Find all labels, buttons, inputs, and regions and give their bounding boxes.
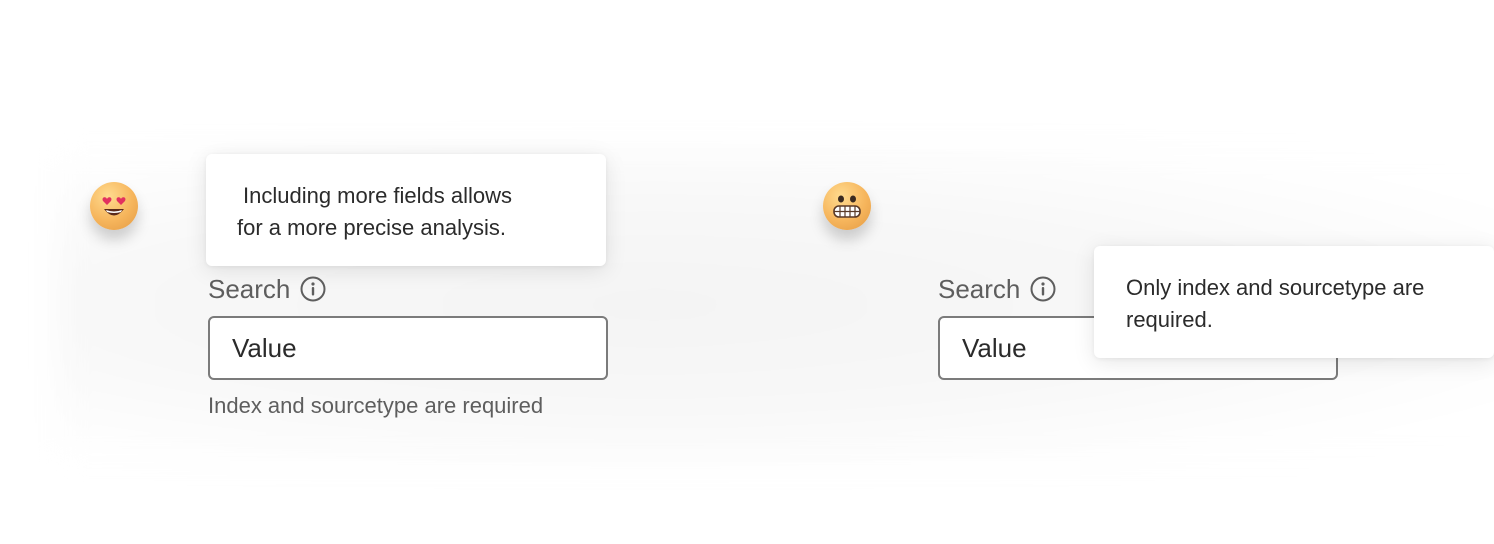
canvas: Including more fields allows for a more … bbox=[0, 0, 1494, 544]
search-input[interactable]: Value bbox=[208, 316, 608, 380]
search-label-text-right: Search bbox=[938, 274, 1021, 304]
info-icon-right[interactable] bbox=[1030, 276, 1056, 302]
tooltip-line-2: for a more precise analysis. bbox=[237, 215, 506, 240]
search-field-label: Search bbox=[208, 274, 326, 304]
heart-eyes-emoji-icon bbox=[90, 182, 138, 230]
help-text: Index and sourcetype are required bbox=[208, 393, 544, 418]
tooltip-line-1-right: Only index and sourcetype are bbox=[1126, 275, 1425, 300]
search-input-value: Value bbox=[232, 332, 297, 363]
info-icon[interactable] bbox=[300, 276, 326, 302]
tooltip-line-2-right: required. bbox=[1126, 307, 1213, 332]
search-label-text: Search bbox=[208, 274, 291, 304]
tooltip-line-1: Including more fields allows bbox=[243, 183, 513, 208]
search-input-value-right: Value bbox=[962, 332, 1027, 363]
grimacing-emoji-icon bbox=[823, 182, 871, 230]
right-tooltip: Only index and sourcetype are required. bbox=[1094, 246, 1494, 358]
search-field-label-right: Search bbox=[938, 274, 1056, 304]
left-tooltip: Including more fields allows for a more … bbox=[206, 154, 606, 266]
